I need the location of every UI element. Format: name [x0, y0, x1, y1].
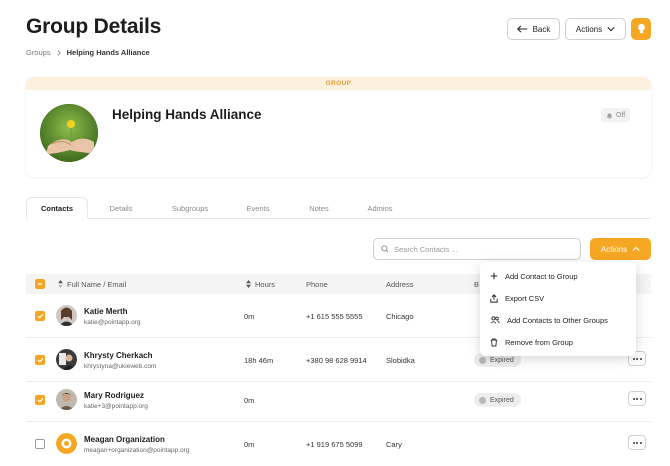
tab-bar: Contacts Details Subgroups Events Notes … [26, 197, 651, 219]
search-icon [381, 245, 389, 253]
row-checkbox[interactable] [35, 294, 45, 338]
notifications-label: Off [616, 111, 626, 119]
select-all-box[interactable] [35, 279, 45, 289]
status-badge-label: Expired [490, 396, 514, 404]
table-row[interactable]: Mary Rodriguez katie+3@pointapp.org 0m E… [26, 378, 651, 422]
table-actions-button[interactable]: Actions [590, 238, 651, 260]
export-icon [490, 293, 498, 303]
check-icon [36, 397, 44, 403]
select-all-checkbox[interactable] [35, 274, 45, 294]
chevron-up-icon [632, 246, 640, 251]
tab-subgroups[interactable]: Subgroups [161, 197, 219, 219]
bell-icon [607, 112, 612, 119]
sort-icon [246, 280, 251, 288]
group-avatar [40, 104, 98, 162]
contact-hours: 0m [244, 395, 255, 405]
menu-item-remove-from-group[interactable]: Remove from Group [480, 331, 636, 353]
tab-contacts[interactable]: Contacts [26, 197, 88, 219]
chevron-right-icon [57, 49, 61, 56]
row-checkbox[interactable] [35, 338, 45, 382]
search-box[interactable] [373, 238, 581, 260]
contact-email: meagan+organization@pointapp.org [84, 447, 190, 454]
column-name[interactable]: Full Name / Email [58, 274, 126, 294]
check-icon [36, 357, 44, 363]
table-row[interactable]: Meagan Organization meagan+organization@… [26, 422, 651, 466]
contact-name[interactable]: Meagan Organization [84, 435, 165, 444]
status-badge: Expired [474, 393, 521, 407]
back-button-label: Back [532, 24, 551, 34]
status-badge-label: Expired [490, 356, 514, 364]
arrow-left-icon [516, 25, 527, 33]
back-button[interactable]: Back [507, 18, 560, 40]
minus-icon [38, 283, 42, 285]
tab-admins[interactable]: Admins [356, 197, 404, 219]
contact-phone: +1 615 555 5555 [306, 311, 363, 321]
contact-name[interactable]: Katie Merth [84, 307, 128, 316]
breadcrumb-groups-link[interactable]: Groups [26, 48, 51, 57]
avatar [56, 433, 77, 454]
header-actions-label: Actions [575, 24, 603, 34]
search-input[interactable] [394, 244, 574, 254]
menu-item-label: Add Contact to Group [505, 271, 578, 281]
contact-email: katie@pointapp.org [84, 319, 141, 326]
menu-item-label: Add Contacts to Other Groups [507, 315, 608, 325]
tab-notes[interactable]: Notes [296, 197, 342, 219]
plus-icon [490, 272, 498, 280]
contact-hours: 0m [244, 439, 255, 449]
contact-address: Cary [386, 439, 402, 449]
page-title: Group Details [26, 15, 162, 38]
avatar [56, 305, 77, 326]
tab-details[interactable]: Details [96, 197, 146, 219]
column-status: B [474, 279, 480, 289]
contact-address: Slobidka [386, 355, 415, 365]
column-hours[interactable]: Hours [246, 274, 275, 294]
row-more-button[interactable] [628, 391, 646, 406]
menu-item-add-contact[interactable]: Add Contact to Group [480, 265, 636, 287]
column-phone: Phone [306, 279, 328, 289]
menu-item-add-to-other-groups[interactable]: Add Contacts to Other Groups [480, 309, 636, 331]
breadcrumb: Groups Helping Hands Alliance [26, 48, 150, 57]
table-actions-label: Actions [600, 244, 628, 254]
contact-email: katie+3@pointapp.org [84, 403, 148, 410]
chevron-down-icon [607, 27, 615, 32]
lightbulb-button[interactable] [631, 18, 651, 40]
row-more-button[interactable] [628, 435, 646, 450]
contact-hours: 0m [244, 311, 255, 321]
contact-status: Expired [474, 378, 521, 422]
contact-address: Chicago [386, 311, 414, 321]
trash-icon [490, 337, 498, 347]
contact-phone: +380 98 628 9914 [306, 355, 367, 365]
group-details-page: Group Details Groups Helping Hands Allia… [0, 0, 670, 466]
column-name-label: Full Name / Email [67, 279, 127, 289]
contact-email: khrystyna@ukieweb.com [84, 363, 157, 370]
contact-hours: 18h 46m [244, 355, 274, 365]
group-band-label: GROUP [26, 77, 651, 90]
group-card: GROUP Helping Hands Alliance Off [26, 77, 651, 177]
lightbulb-icon [637, 23, 645, 34]
column-hours-label: Hours [255, 279, 276, 289]
header-actions-button[interactable]: Actions [565, 18, 626, 40]
menu-item-label: Remove from Group [505, 337, 573, 347]
avatar [56, 389, 77, 410]
breadcrumb-current: Helping Hands Alliance [66, 48, 150, 57]
check-icon [36, 313, 44, 319]
avatar [56, 349, 77, 370]
contact-phone: +1 919 675 5099 [306, 439, 363, 449]
actions-dropdown-menu: Add Contact to Group Export CSV Add Cont… [480, 262, 636, 356]
users-icon [490, 316, 500, 324]
tab-events[interactable]: Events [234, 197, 282, 219]
group-name: Helping Hands Alliance [112, 107, 262, 122]
menu-item-label: Export CSV [505, 293, 545, 303]
sort-icon [58, 280, 63, 288]
notifications-toggle[interactable]: Off [601, 108, 631, 122]
contact-name[interactable]: Mary Rodriguez [84, 391, 144, 400]
column-address: Address [386, 279, 414, 289]
contact-name[interactable]: Khrysty Cherkach [84, 351, 152, 360]
row-checkbox[interactable] [35, 378, 45, 422]
menu-item-export-csv[interactable]: Export CSV [480, 287, 636, 309]
row-checkbox[interactable] [35, 422, 45, 466]
